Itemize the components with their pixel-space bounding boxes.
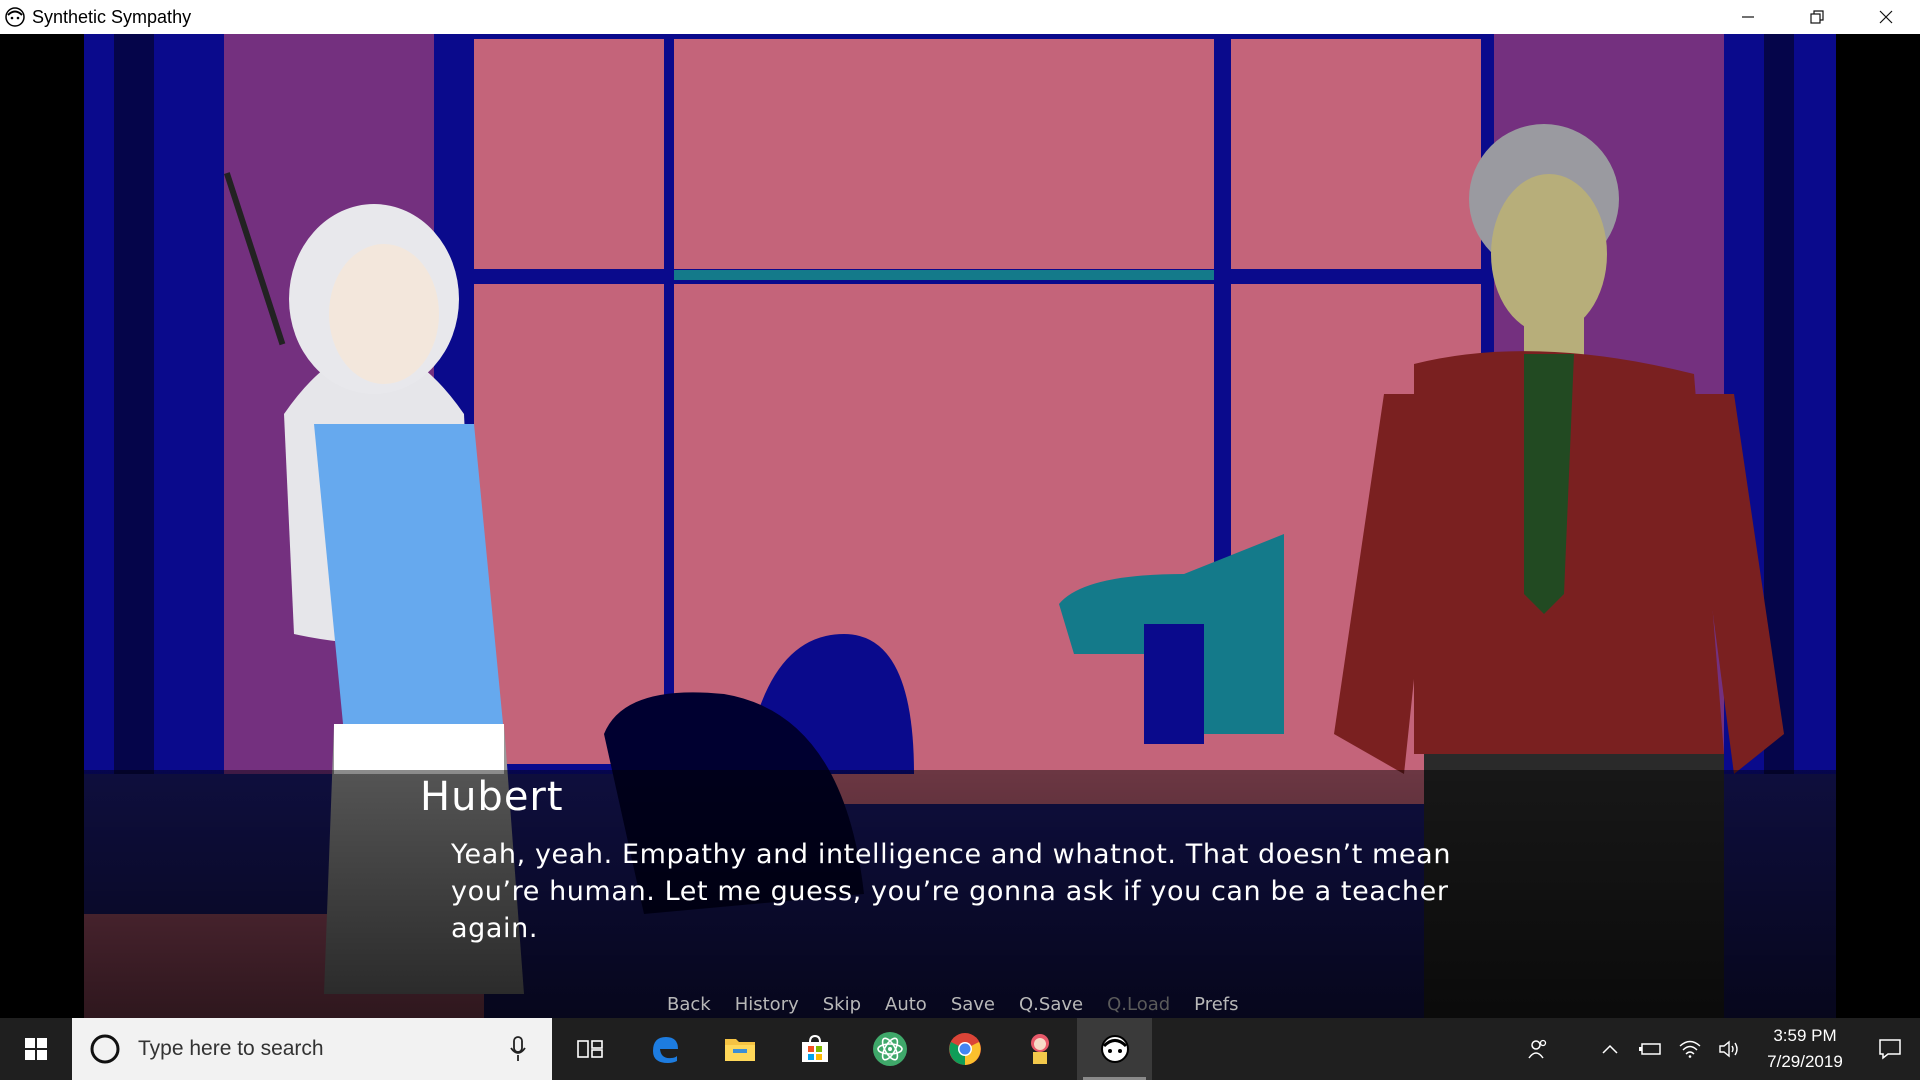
taskbar-game-character[interactable] bbox=[1002, 1018, 1077, 1080]
synthetic-sympathy-icon bbox=[1100, 1035, 1129, 1063]
clock-date: 7/29/2019 bbox=[1767, 1052, 1843, 1071]
edge-icon bbox=[652, 1037, 678, 1063]
window-titlebar: Synthetic Sympathy bbox=[0, 0, 1920, 35]
quick-menu-skip[interactable]: Skip bbox=[811, 994, 873, 1018]
taskbar-synthetic-sympathy[interactable] bbox=[1077, 1018, 1152, 1080]
volume-button[interactable] bbox=[1710, 1018, 1750, 1080]
close-button[interactable] bbox=[1851, 0, 1920, 34]
restore-button[interactable] bbox=[1782, 0, 1851, 34]
quick-menu-prefs[interactable]: Prefs bbox=[1182, 994, 1250, 1018]
game-area[interactable]: Hubert Yeah, yeah. Empathy and intellige… bbox=[0, 34, 1920, 1018]
show-hidden-icons-button[interactable] bbox=[1590, 1018, 1630, 1080]
quick-menu-auto[interactable]: Auto bbox=[873, 994, 939, 1018]
taskbar-chrome[interactable] bbox=[927, 1018, 1002, 1080]
close-icon bbox=[1879, 10, 1892, 24]
cortana-icon bbox=[90, 1034, 120, 1064]
start-button[interactable] bbox=[0, 1018, 72, 1080]
quick-menu-back[interactable]: Back bbox=[655, 994, 723, 1018]
store-icon bbox=[801, 1034, 828, 1062]
atom-icon bbox=[872, 1032, 907, 1066]
app-icon bbox=[5, 7, 25, 27]
action-center-button[interactable] bbox=[1860, 1018, 1920, 1080]
taskbar-edge[interactable] bbox=[627, 1018, 702, 1080]
task-view-icon bbox=[576, 1040, 603, 1058]
dialogue-text: Yeah, yeah. Empathy and intelligence and… bbox=[451, 839, 1452, 944]
restore-icon bbox=[1809, 10, 1824, 24]
window-controls bbox=[1713, 0, 1920, 34]
taskbar: Type here to search 3:59 PM 7/29/2019 bbox=[0, 1018, 1920, 1080]
notification-icon bbox=[1879, 1039, 1901, 1060]
clock-time: 3:59 PM bbox=[1773, 1026, 1837, 1045]
minimize-button[interactable] bbox=[1713, 0, 1782, 34]
system-tray: 3:59 PM 7/29/2019 bbox=[1510, 1018, 1920, 1080]
task-view-button[interactable] bbox=[552, 1018, 627, 1080]
quick-menu-qload: Q.Load bbox=[1107, 994, 1171, 1015]
window-title: Synthetic Sympathy bbox=[32, 6, 192, 27]
search-placeholder: Type here to search bbox=[138, 1037, 324, 1060]
windows-logo-icon bbox=[25, 1038, 47, 1060]
quick-menu: Back History Skip Auto Save Q.Save Q.Loa… bbox=[655, 994, 1251, 1018]
people-icon bbox=[1528, 1039, 1547, 1059]
quick-menu-history[interactable]: History bbox=[723, 994, 811, 1018]
minimize-icon bbox=[1741, 16, 1754, 18]
battery-button[interactable] bbox=[1630, 1018, 1670, 1080]
quick-menu-save[interactable]: Save bbox=[939, 994, 1007, 1018]
quick-menu-qsave[interactable]: Q.Save bbox=[1007, 994, 1095, 1018]
game-character-icon bbox=[1030, 1034, 1049, 1064]
battery-icon bbox=[1639, 1043, 1661, 1055]
taskbar-search[interactable]: Type here to search bbox=[72, 1018, 552, 1080]
network-button[interactable] bbox=[1670, 1018, 1710, 1080]
clock[interactable]: 3:59 PM 7/29/2019 bbox=[1750, 1023, 1860, 1075]
wifi-icon bbox=[1679, 1040, 1701, 1058]
taskbar-atom[interactable] bbox=[852, 1018, 927, 1080]
chevron-up-icon bbox=[1602, 1044, 1618, 1054]
volume-icon bbox=[1719, 1040, 1738, 1058]
file-explorer-icon bbox=[724, 1039, 755, 1061]
chrome-icon bbox=[948, 1033, 981, 1065]
speaker-name: Hubert bbox=[420, 774, 564, 820]
people-button[interactable] bbox=[1510, 1018, 1566, 1080]
taskbar-file-explorer[interactable] bbox=[702, 1018, 777, 1080]
microphone-icon[interactable] bbox=[510, 1036, 526, 1062]
taskbar-store[interactable] bbox=[777, 1018, 852, 1080]
